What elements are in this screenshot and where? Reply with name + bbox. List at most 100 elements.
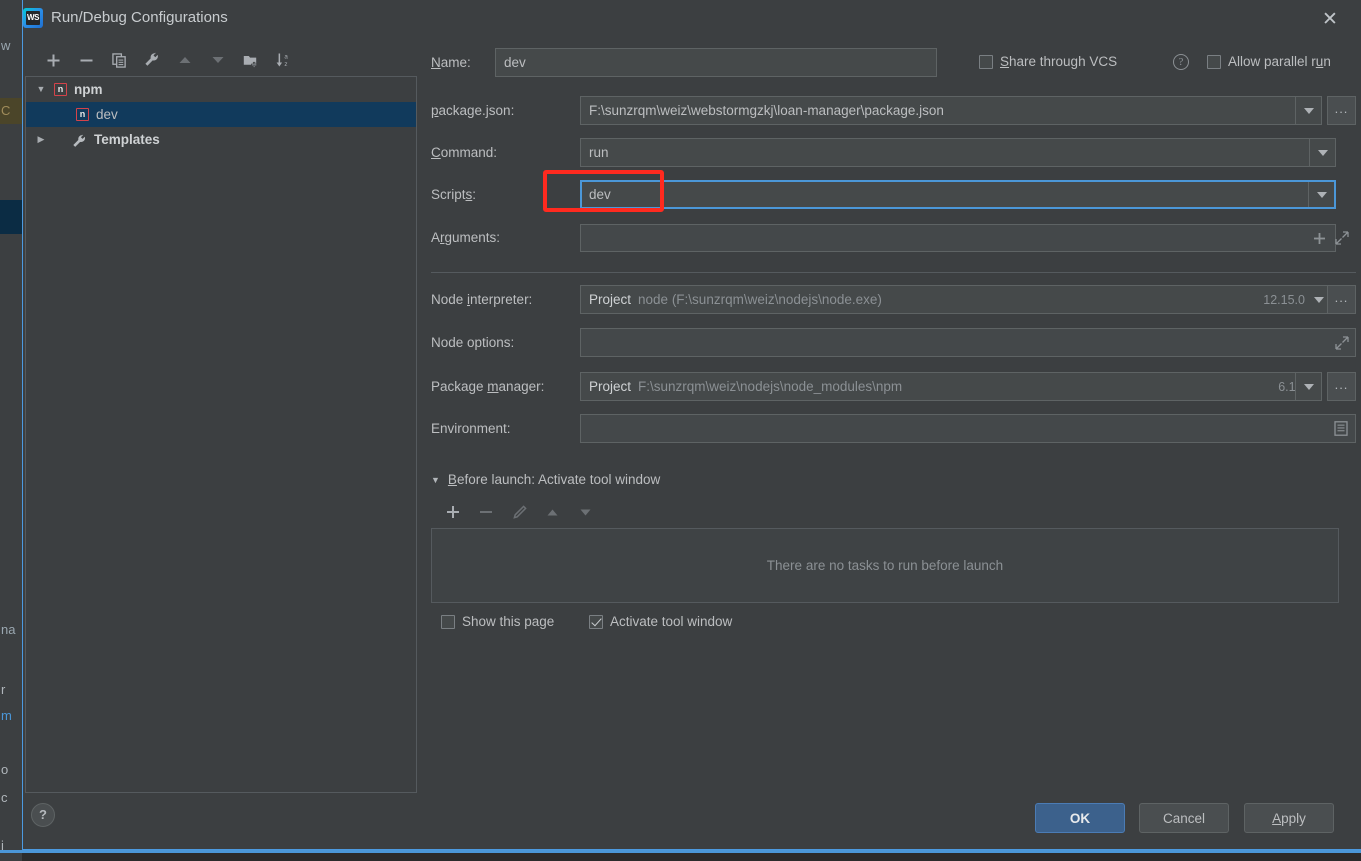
package-json-value: F:\sunzrqm\weiz\webstormgzkj\loan-manage… — [589, 103, 944, 118]
wrench-icon — [145, 52, 158, 66]
command-value: run — [589, 145, 609, 160]
tree-item-templates[interactable]: ▶ Templates — [26, 127, 416, 152]
arguments-add-button[interactable] — [1309, 224, 1329, 252]
move-task-down-button[interactable] — [571, 498, 599, 526]
edit-task-button[interactable] — [505, 498, 533, 526]
allow-parallel-run-checkbox[interactable]: Allow parallel run — [1207, 54, 1331, 69]
apply-button[interactable]: Apply — [1244, 803, 1334, 833]
checkbox-box[interactable] — [1207, 54, 1221, 69]
chevron-right-icon[interactable]: ▶ — [34, 127, 48, 152]
question-mark-icon[interactable]: ? — [1173, 54, 1189, 70]
before-launch-header: ▼ Before launch: Activate tool window — [431, 472, 670, 487]
package-json-dropdown-button[interactable] — [1295, 97, 1321, 124]
node-interpreter-prefix: Project — [589, 292, 632, 307]
allow-parallel-run-label: Allow parallel run — [1228, 54, 1331, 69]
bg-text-fragment: o — [1, 762, 9, 777]
dialog-title: Run/Debug Configurations — [51, 9, 228, 26]
package-manager-browse-button[interactable]: ... — [1327, 372, 1356, 401]
pencil-icon — [512, 504, 527, 519]
add-configuration-button[interactable] — [39, 46, 67, 74]
dialog-titlebar: WS Run/Debug Configurations ✕ — [23, 0, 1361, 38]
svg-text:z: z — [284, 61, 287, 68]
npm-icon: n — [54, 83, 67, 96]
configurations-tree[interactable]: ▼ n npm n dev ▶ Templates — [25, 76, 417, 793]
sort-configurations-button[interactable]: a z — [270, 46, 298, 74]
before-launch-title: Before launch: Activate tool window — [447, 472, 661, 487]
node-interpreter-browse-button[interactable]: ... — [1327, 285, 1356, 314]
webstorm-icon-text: WS — [26, 11, 40, 25]
svg-text:a: a — [284, 54, 288, 61]
package-manager-input[interactable]: Project F:\sunzrqm\weiz\nodejs\node_modu… — [580, 372, 1322, 401]
help-button[interactable]: ? — [31, 803, 55, 827]
command-dropdown-button[interactable] — [1309, 139, 1335, 166]
share-through-vcs-label: Share through VCS — [1000, 54, 1118, 69]
node-options-expand-button[interactable] — [1332, 329, 1352, 357]
package-manager-value: F:\sunzrqm\weiz\nodejs\node_modules\npm — [638, 379, 903, 394]
package-manager-dropdown-button[interactable] — [1295, 373, 1321, 400]
background-editor-strip: w C na r m o c i — [0, 0, 22, 861]
scripts-dropdown-button[interactable] — [1308, 182, 1334, 207]
node-interpreter-value: node (F:\sunzrqm\weiz\nodejs\node.exe) — [638, 292, 882, 307]
npm-icon: n — [76, 108, 89, 121]
expand-icon — [1335, 231, 1349, 245]
bg-text-fragment: na — [1, 622, 16, 637]
chevron-down-icon[interactable]: ▼ — [431, 475, 440, 485]
copy-configuration-button[interactable] — [105, 46, 133, 74]
plus-icon — [447, 506, 459, 518]
node-interpreter-input[interactable]: Project node (F:\sunzrqm\weiz\nodejs\nod… — [580, 285, 1336, 314]
show-this-page-checkbox[interactable]: Show this page — [441, 614, 554, 629]
chevron-down-icon[interactable]: ▼ — [34, 77, 48, 102]
remove-task-button[interactable] — [472, 498, 500, 526]
package-json-input[interactable]: F:\sunzrqm\weiz\webstormgzkj\loan-manage… — [580, 96, 1322, 125]
dialog-bottom-accent — [0, 850, 1361, 853]
tree-item-label: dev — [96, 107, 118, 122]
bg-selection-band — [0, 200, 22, 234]
plus-icon — [1313, 232, 1325, 244]
activate-tool-window-checkbox[interactable]: Activate tool window — [589, 614, 732, 629]
bg-text-fragment: c — [1, 790, 8, 805]
before-launch-empty-message: There are no tasks to run before launch — [766, 558, 1004, 573]
move-up-button[interactable] — [171, 46, 199, 74]
ok-button[interactable]: OK — [1035, 803, 1125, 833]
cancel-button[interactable]: Cancel — [1139, 803, 1229, 833]
arrow-down-icon — [580, 509, 590, 515]
package-json-browse-button[interactable]: ... — [1327, 96, 1356, 125]
environment-input[interactable] — [580, 414, 1356, 443]
name-input[interactable]: dev — [495, 48, 937, 77]
wrench-icon — [72, 132, 87, 147]
scripts-input[interactable]: dev — [580, 180, 1336, 209]
checkbox-box[interactable] — [589, 614, 603, 629]
package-manager-label: Package manager: — [431, 379, 545, 394]
move-down-button[interactable] — [204, 46, 232, 74]
node-interpreter-version: 12.15.0 — [1263, 292, 1305, 307]
name-label: Name: — [431, 55, 471, 70]
before-launch-task-list[interactable]: There are no tasks to run before launch — [431, 528, 1339, 603]
arguments-expand-button[interactable] — [1332, 224, 1352, 252]
dialog-footer: ? OK Cancel Apply — [23, 791, 1361, 849]
checkbox-box[interactable] — [979, 54, 993, 69]
move-task-up-button[interactable] — [538, 498, 566, 526]
bg-text-fragment: w — [1, 38, 11, 53]
tree-item-dev[interactable]: n dev — [26, 102, 416, 127]
minus-icon — [480, 511, 492, 513]
remove-configuration-button[interactable] — [72, 46, 100, 74]
tree-item-npm[interactable]: ▼ n npm — [26, 77, 416, 102]
new-folder-icon — [243, 55, 258, 68]
environment-edit-button[interactable] — [1330, 415, 1352, 442]
arguments-input[interactable] — [580, 224, 1336, 252]
share-through-vcs-checkbox[interactable]: Share through VCS — [979, 54, 1117, 69]
add-task-button[interactable] — [439, 498, 467, 526]
name-value: dev — [504, 55, 526, 70]
arrow-down-icon — [212, 57, 224, 63]
checkbox-box[interactable] — [441, 614, 455, 629]
tree-item-label: npm — [74, 82, 103, 97]
node-interpreter-label: Node interpreter: — [431, 292, 533, 307]
new-folder-button[interactable] — [237, 46, 265, 74]
command-input[interactable]: run — [580, 138, 1336, 167]
edit-templates-button[interactable] — [138, 46, 166, 74]
node-options-input[interactable] — [580, 328, 1356, 357]
environment-label: Environment: — [431, 421, 511, 436]
node-interpreter-dropdown-button[interactable] — [1314, 296, 1324, 303]
plus-icon — [47, 54, 59, 66]
close-icon[interactable]: ✕ — [1317, 6, 1343, 32]
